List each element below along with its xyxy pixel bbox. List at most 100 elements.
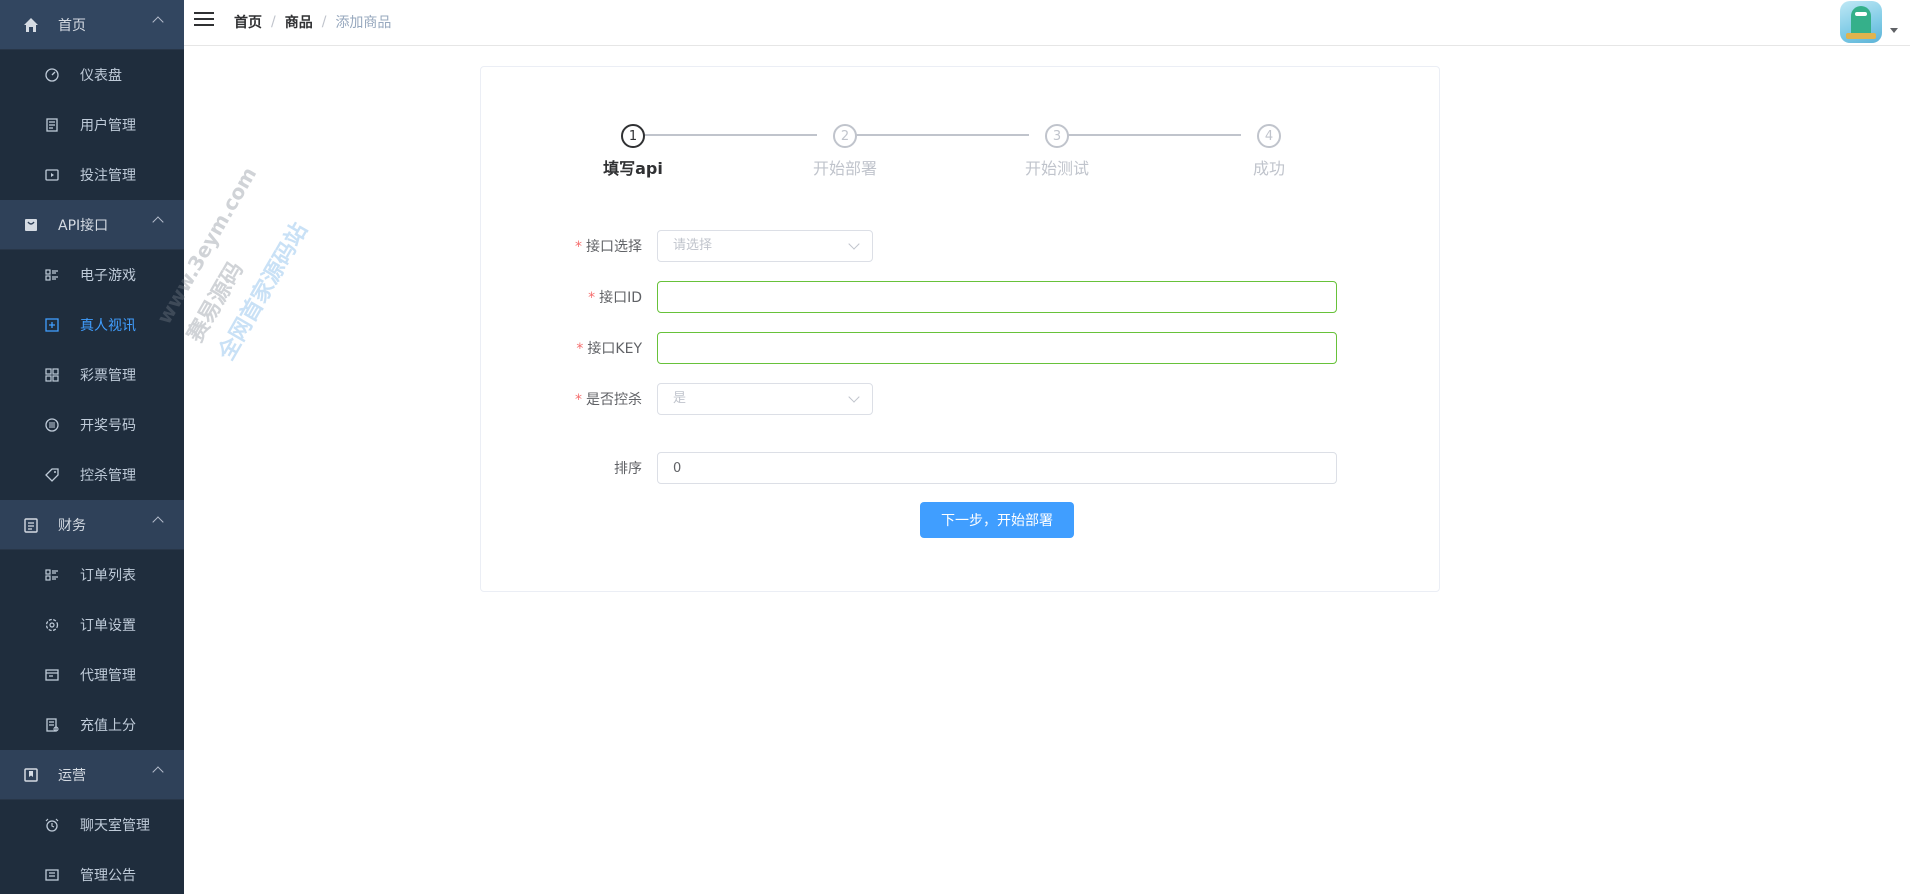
chevron-down-icon xyxy=(848,238,860,250)
bookmark-icon xyxy=(22,766,40,784)
sidebar-item-label: 订单设置 xyxy=(80,618,136,634)
sidebar-group-home[interactable]: 首页 xyxy=(0,0,184,50)
required-mark: * xyxy=(575,239,582,255)
sidebar-item-egames[interactable]: 电子游戏 xyxy=(0,250,184,300)
avatar-figure xyxy=(1851,6,1871,36)
top-navbar: 首页 / 商品 / 添加商品 xyxy=(184,0,1910,46)
sidebar-item-bets[interactable]: 投注管理 xyxy=(0,150,184,200)
sidebar-group-api[interactable]: API接口 xyxy=(0,200,184,250)
kill-control-label: * 是否控杀 xyxy=(575,392,642,408)
sidebar-item-label: 投注管理 xyxy=(80,168,136,184)
step-2-title: 开始部署 xyxy=(812,159,877,178)
list-icon xyxy=(44,567,60,583)
breadcrumb-separator: / xyxy=(321,14,327,30)
api-key-input[interactable] xyxy=(657,332,1337,364)
step-connector xyxy=(1067,134,1241,136)
step-4-title: 成功 xyxy=(1252,159,1285,178)
sidebar-group-label: 财务 xyxy=(58,517,86,534)
sidebar-item-label: 代理管理 xyxy=(80,668,136,684)
breadcrumb: 首页 / 商品 / 添加商品 xyxy=(234,12,391,32)
sidebar-item-label: 订单列表 xyxy=(80,568,136,584)
breadcrumb-item-home[interactable]: 首页 xyxy=(234,12,262,32)
breadcrumb-item-current: 添加商品 xyxy=(335,15,392,31)
step-1-icon: 1 xyxy=(621,124,645,148)
list-icon xyxy=(44,267,60,283)
api-select-label: * 接口选择 xyxy=(575,239,642,255)
sidebar-group-label: 运营 xyxy=(58,767,86,784)
step-4-icon: 4 xyxy=(1257,124,1281,148)
bag-icon xyxy=(22,216,40,234)
sidebar-item-agents[interactable]: 代理管理 xyxy=(0,650,184,700)
sidebar-item-order-settings[interactable]: 订单设置 xyxy=(0,600,184,650)
sidebar-item-label: 仪表盘 xyxy=(80,68,122,84)
avatar[interactable] xyxy=(1840,1,1882,43)
notice-icon xyxy=(44,867,60,883)
sidebar-group-label: API接口 xyxy=(58,217,109,234)
sidebar-item-users[interactable]: 用户管理 xyxy=(0,100,184,150)
sidebar-item-label: 用户管理 xyxy=(80,118,136,134)
api-select-placeholder: 请选择 xyxy=(673,238,713,253)
step-connector xyxy=(855,134,1029,136)
sidebar-item-lottery[interactable]: 彩票管理 xyxy=(0,350,184,400)
step-connector xyxy=(643,134,817,136)
sort-input[interactable] xyxy=(657,452,1337,484)
sidebar: 首页 仪表盘 用户管理 投注管理 API接口 电子游戏 真人视讯 彩票管理 开奖… xyxy=(0,0,184,894)
sidebar-item-label: 电子游戏 xyxy=(80,268,136,284)
tag-icon xyxy=(44,467,60,483)
sidebar-item-label: 控杀管理 xyxy=(80,468,136,484)
circle-list-icon xyxy=(44,417,60,433)
receipt-icon xyxy=(44,717,60,733)
sidebar-item-draw-numbers[interactable]: 开奖号码 xyxy=(0,400,184,450)
grid-icon xyxy=(44,367,60,383)
sidebar-group-operations[interactable]: 运营 xyxy=(0,750,184,800)
sidebar-item-orders[interactable]: 订单列表 xyxy=(0,550,184,600)
sidebar-item-label: 彩票管理 xyxy=(80,368,136,384)
dashboard-icon xyxy=(44,67,60,83)
clipboard-icon xyxy=(22,516,40,534)
avatar-base xyxy=(1846,33,1876,39)
chevron-up-icon xyxy=(152,766,164,778)
step-3-icon: 3 xyxy=(1045,124,1069,148)
sidebar-item-label: 真人视讯 xyxy=(80,318,136,334)
sort-label: 排序 xyxy=(614,461,642,477)
alarm-clock-icon xyxy=(44,817,60,833)
next-step-button[interactable]: 下一步，开始部署 xyxy=(920,502,1074,538)
gear-icon xyxy=(44,617,60,633)
sidebar-item-chatroom[interactable]: 聊天室管理 xyxy=(0,800,184,850)
chevron-up-icon xyxy=(152,216,164,228)
sidebar-item-notices[interactable]: 管理公告 xyxy=(0,850,184,894)
plus-square-icon xyxy=(44,317,60,333)
kill-control-value: 是 xyxy=(673,391,687,406)
home-icon xyxy=(22,16,40,34)
sidebar-item-dashboard[interactable]: 仪表盘 xyxy=(0,50,184,100)
breadcrumb-separator: / xyxy=(271,14,276,30)
caret-down-icon[interactable] xyxy=(1890,28,1898,33)
play-icon xyxy=(44,167,60,183)
sidebar-item-live-video[interactable]: 真人视讯 xyxy=(0,300,184,350)
chevron-up-icon xyxy=(152,16,164,28)
sidebar-item-label: 充值上分 xyxy=(80,718,136,734)
sidebar-group-finance[interactable]: 财务 xyxy=(0,500,184,550)
chevron-down-icon xyxy=(848,391,860,403)
hamburger-menu-icon[interactable] xyxy=(194,11,216,29)
api-select[interactable]: 请选择 xyxy=(657,230,873,262)
window-icon xyxy=(44,667,60,683)
sidebar-item-label: 聊天室管理 xyxy=(80,818,150,834)
step-3-title: 开始测试 xyxy=(1024,159,1089,178)
api-key-label: * 接口KEY xyxy=(576,341,642,357)
sidebar-group-label: 首页 xyxy=(58,17,86,34)
chevron-up-icon xyxy=(152,516,164,528)
step-2-icon: 2 xyxy=(833,124,857,148)
required-mark: * xyxy=(588,290,596,306)
document-icon xyxy=(44,117,60,133)
steps: 1 2 3 4 填写api 开始部署 开始测试 成功 xyxy=(481,67,1441,197)
sidebar-item-kill-control[interactable]: 控杀管理 xyxy=(0,450,184,500)
api-id-input[interactable] xyxy=(657,281,1337,313)
sidebar-item-label: 管理公告 xyxy=(80,868,136,884)
sidebar-item-recharge[interactable]: 充值上分 xyxy=(0,700,184,750)
form-card: 1 2 3 4 填写api 开始部署 开始测试 成功 * 接口选择 请选择 * 接口… xyxy=(480,66,1440,592)
required-mark: * xyxy=(576,341,584,357)
step-1-title: 填写api xyxy=(603,159,663,178)
breadcrumb-item-goods[interactable]: 商品 xyxy=(285,12,313,32)
kill-control-select[interactable]: 是 xyxy=(657,383,873,415)
